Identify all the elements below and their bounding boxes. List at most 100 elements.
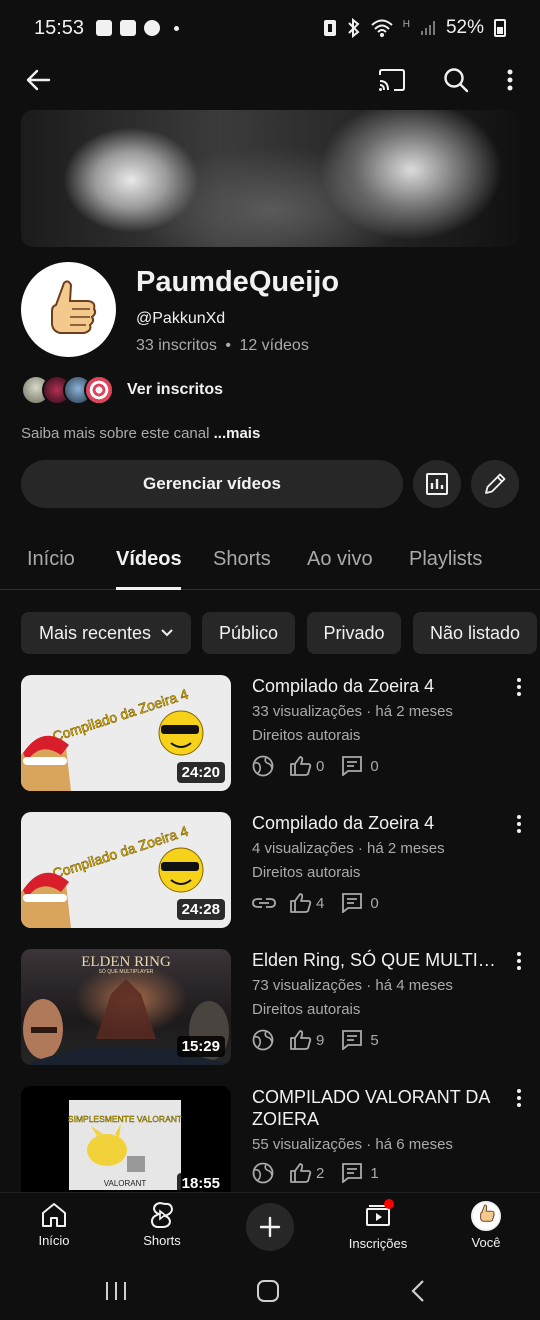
- subscriber-count: 33 inscritos: [136, 337, 217, 354]
- nav-you-label: Você: [471, 1235, 501, 1250]
- channel-name: PaumdeQueijo: [136, 266, 340, 298]
- tab-playlists[interactable]: Playlists: [409, 548, 482, 571]
- video-meta: 73 visualizações · há 4 meses: [252, 977, 453, 994]
- about-more-link[interactable]: ...mais: [214, 425, 261, 442]
- video-duration: 15:29: [176, 1036, 225, 1057]
- globe-icon: [252, 1029, 274, 1051]
- thumbs-up-emoji-icon: [50, 279, 96, 334]
- thumbnail-caption: SIMPLESMENTE VALORANT: [68, 1114, 182, 1124]
- cast-button[interactable]: [372, 60, 412, 100]
- video-item[interactable]: Compilado da Zoeira 4 24:28 Compilado da…: [21, 812, 531, 928]
- video-thumbnail[interactable]: SIMPLESMENTE VALORANT VALORANT 18:55: [21, 1086, 231, 1202]
- home-button-icon[interactable]: [256, 1279, 280, 1303]
- nfc-icon: [323, 20, 336, 36]
- network-type: H: [402, 18, 410, 30]
- thumbs-up-icon: [290, 756, 312, 776]
- globe-icon: [252, 755, 274, 777]
- more-vert-icon[interactable]: [511, 1088, 527, 1108]
- view-subscribers-row[interactable]: Ver inscritos: [21, 372, 223, 408]
- comment-count: 1: [370, 1164, 379, 1182]
- thumbnail-subcaption: SÓ QUE MULTIPLAYER: [99, 968, 154, 975]
- video-title[interactable]: COMPILADO VALORANT DA ZOIERA: [252, 1086, 502, 1130]
- copyright-label[interactable]: Direitos autorais: [252, 1001, 360, 1018]
- system-navigation-bar: [0, 1262, 540, 1320]
- tab-live[interactable]: Ao vivo: [307, 548, 373, 571]
- more-vert-icon[interactable]: [511, 951, 527, 971]
- thumbnail-subcaption: VALORANT: [104, 1179, 147, 1188]
- filter-chip-public[interactable]: Público: [202, 612, 295, 654]
- tab-videos[interactable]: Vídeos: [116, 548, 182, 571]
- video-meta: 33 visualizações · há 2 meses: [252, 703, 453, 720]
- copyright-label[interactable]: Direitos autorais: [252, 864, 360, 881]
- sort-chip[interactable]: Mais recentes: [21, 612, 191, 654]
- video-title[interactable]: Compilado da Zoeira 4: [252, 675, 502, 697]
- video-thumbnail[interactable]: Compilado da Zoeira 4 24:20: [21, 675, 231, 791]
- nav-shorts[interactable]: Shorts: [117, 1201, 207, 1248]
- wifi-icon: [371, 19, 393, 37]
- profile-avatar: [471, 1201, 501, 1231]
- video-duration: 24:20: [176, 762, 225, 783]
- manage-videos-button[interactable]: Gerenciar vídeos: [21, 460, 403, 508]
- comment-icon: [342, 1163, 363, 1183]
- copyright-label[interactable]: Direitos autorais: [252, 727, 360, 744]
- comment-icon: [342, 893, 363, 913]
- video-thumbnail[interactable]: ELDEN RING SÓ QUE MULTIPLAYER 15:29: [21, 949, 231, 1065]
- nav-home-label: Início: [38, 1233, 70, 1248]
- arrow-left-icon: [26, 69, 51, 91]
- thumbnail-caption: ELDEN RING: [81, 954, 171, 970]
- burger-app-icon: [144, 20, 161, 36]
- view-subscribers-label: Ver inscritos: [127, 381, 224, 398]
- status-time: 15:53: [34, 16, 85, 39]
- filter-chip-private[interactable]: Privado: [307, 612, 401, 654]
- video-item[interactable]: ELDEN RING SÓ QUE MULTIPLAYER 15:29 Elde…: [21, 949, 531, 1065]
- more-vert-icon[interactable]: [511, 677, 527, 697]
- gallery-icon: [96, 20, 113, 36]
- channel-tabs: Início Vídeos Shorts Ao vivo Playlists: [0, 530, 540, 590]
- like-count: 9: [316, 1031, 325, 1049]
- nav-subscriptions[interactable]: Inscrições: [333, 1199, 423, 1251]
- comment-count: 5: [370, 1031, 379, 1049]
- nav-you[interactable]: Você: [441, 1201, 531, 1250]
- search-icon: [444, 68, 469, 93]
- tab-shorts[interactable]: Shorts: [213, 548, 271, 571]
- channel-avatar[interactable]: [21, 262, 116, 357]
- channel-about[interactable]: Saiba mais sobre este canal ...mais: [21, 425, 260, 442]
- analytics-button[interactable]: [413, 460, 461, 508]
- tab-home[interactable]: Início: [27, 548, 75, 571]
- like-count: 4: [316, 894, 325, 912]
- more-vert-icon[interactable]: [511, 814, 527, 834]
- subscriber-avatar: [84, 375, 114, 405]
- video-title[interactable]: Elden Ring, SÓ QUE MULTIPL...: [252, 949, 502, 971]
- stats-separator: •: [225, 337, 231, 354]
- recent-apps-icon[interactable]: [104, 1280, 128, 1302]
- video-thumbnail[interactable]: Compilado da Zoeira 4 24:28: [21, 812, 231, 928]
- overflow-menu-button[interactable]: [494, 60, 526, 100]
- video-item[interactable]: Compilado da Zoeira 4 24:20 Compilado da…: [21, 675, 531, 791]
- channel-handle: @PakkunXd: [136, 310, 226, 327]
- back-button[interactable]: [18, 60, 58, 100]
- video-item[interactable]: SIMPLESMENTE VALORANT VALORANT 18:55 COM…: [21, 1086, 531, 1202]
- filter-chip-unlisted[interactable]: Não listado: [413, 612, 537, 654]
- globe-icon: [252, 1162, 274, 1184]
- nav-home[interactable]: Início: [9, 1201, 99, 1248]
- battery-percent: 52%: [445, 17, 484, 38]
- channel-stats: 33 inscritos • 12 vídeos: [136, 337, 309, 355]
- back-nav-icon[interactable]: [410, 1279, 426, 1303]
- comment-count: 0: [370, 894, 379, 912]
- search-button[interactable]: [436, 60, 476, 100]
- plus-icon: [259, 1216, 281, 1238]
- nav-shorts-label: Shorts: [143, 1233, 181, 1248]
- thumbs-up-icon: [290, 1163, 312, 1183]
- about-text: Saiba mais sobre este canal: [21, 425, 210, 442]
- analytics-icon: [426, 473, 448, 495]
- comment-count: 0: [370, 757, 379, 775]
- nav-subscriptions-label: Inscrições: [348, 1236, 408, 1251]
- video-count: 12 vídeos: [239, 337, 309, 354]
- sort-chip-label: Mais recentes: [38, 622, 152, 643]
- video-meta: 55 visualizações · há 6 meses: [252, 1136, 453, 1153]
- edit-channel-button[interactable]: [471, 460, 519, 508]
- video-title[interactable]: Compilado da Zoeira 4: [252, 812, 502, 834]
- bottom-navigation: Início Shorts Inscrições Você: [0, 1192, 540, 1262]
- like-count: 0: [316, 757, 325, 775]
- create-button[interactable]: [246, 1203, 294, 1251]
